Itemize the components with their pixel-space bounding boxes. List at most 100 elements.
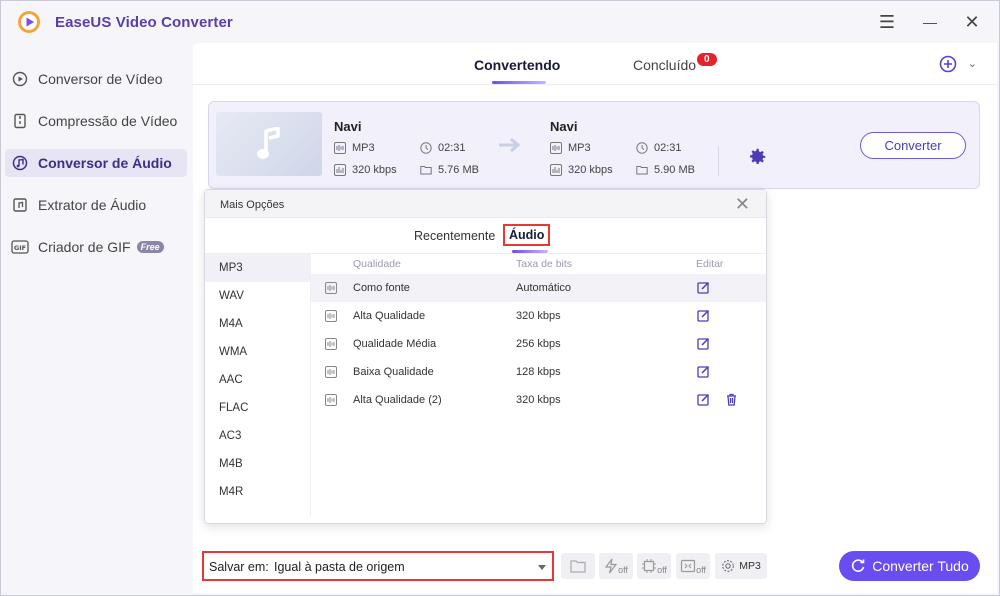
column-header-bitrate: Taxa de bits [516, 258, 573, 270]
app-logo-icon [18, 11, 40, 33]
folder-icon [570, 560, 586, 573]
waveform-icon [325, 394, 337, 406]
caret-down-icon [538, 565, 546, 570]
source-duration: 02:31 [420, 142, 466, 154]
sidebar-item-video-compression[interactable]: Compressão de Vídeo [5, 107, 187, 135]
waveform-icon [325, 310, 337, 322]
source-format: MP3 [334, 142, 375, 154]
waveform-icon [325, 338, 337, 350]
sidebar-item-label: Conversor de Vídeo [38, 71, 163, 87]
format-item-m4r[interactable]: M4R [205, 478, 310, 506]
format-item-wav[interactable]: WAV [205, 282, 310, 310]
bitrate-icon [334, 164, 346, 176]
edit-icon[interactable] [697, 393, 710, 406]
edit-icon[interactable] [697, 309, 710, 322]
app-window: EaseUS Video Converter ☰ — ✕ Conversor d… [0, 0, 1000, 596]
edit-icon[interactable] [697, 281, 710, 294]
settings-gear-icon[interactable] [746, 146, 768, 168]
save-location: Salvar em: Igual à pasta de origem [202, 551, 554, 581]
chevron-down-icon[interactable]: ⌄ [968, 57, 977, 70]
gif-icon: GIF [11, 238, 29, 256]
convert-button[interactable]: Converter [860, 132, 966, 159]
format-item-m4b[interactable]: M4B [205, 450, 310, 478]
compress-icon [11, 112, 29, 130]
edit-icon[interactable] [697, 337, 710, 350]
folder-icon [420, 166, 432, 175]
target-bitrate: 320 kbps [550, 164, 613, 176]
format-item-aac[interactable]: AAC [205, 366, 310, 394]
save-location-select[interactable]: Igual à pasta de origem [270, 557, 550, 577]
format-item-m4a[interactable]: M4A [205, 310, 310, 338]
target-size: 5.90 MB [636, 164, 695, 176]
audio-convert-icon [11, 154, 29, 172]
table-row[interactable]: Alta Qualidade (2) 320 kbps [311, 386, 766, 414]
clock-icon [636, 142, 648, 154]
waveform-icon [334, 142, 346, 154]
bitrate-icon [550, 164, 562, 176]
clock-icon [420, 142, 432, 154]
source-file-name: Navi [334, 119, 362, 134]
waveform-icon [325, 366, 337, 378]
popup-header: Mais Opções ✕ [205, 190, 766, 218]
hardware-encoding-toggle[interactable]: off [637, 553, 671, 579]
tab-converting[interactable]: Convertendo [474, 57, 560, 73]
format-item-ac3[interactable]: AC3 [205, 422, 310, 450]
convert-icon [852, 559, 865, 572]
open-folder-button[interactable] [561, 553, 595, 579]
waveform-icon [550, 142, 562, 154]
format-item-wma[interactable]: WMA [205, 338, 310, 366]
column-header-edit: Editar [696, 258, 724, 270]
free-badge: Free [136, 241, 164, 253]
file-card[interactable]: Navi MP3 02:31 320 kbps 5.76 MB Navi MP3… [208, 101, 980, 189]
quality-table: Qualidade Taxa de bits Editar Como fonte… [311, 254, 766, 414]
sidebar-item-gif-creator[interactable]: GIF Criador de GIF Free [5, 233, 187, 261]
tab-bar: Convertendo Concluído 0 ⌄ [193, 43, 997, 85]
merge-toggle[interactable]: off [676, 553, 710, 579]
target-format[interactable]: MP3 [550, 142, 591, 154]
svg-text:GIF: GIF [14, 244, 26, 252]
output-format-button[interactable]: MP3 [715, 553, 767, 579]
column-header-quality: Qualidade [353, 258, 401, 270]
format-item-flac[interactable]: FLAC [205, 394, 310, 422]
audio-extract-icon [11, 196, 29, 214]
popup-title: Mais Opções [220, 199, 285, 211]
convert-all-button[interactable]: Converter Tudo [839, 551, 980, 581]
sidebar-item-label: Criador de GIF [38, 239, 131, 255]
format-list: MP3 WAV M4A WMA AAC FLAC AC3 M4B M4R [205, 254, 311, 516]
source-size: 5.76 MB [420, 164, 479, 176]
gear-icon [722, 560, 735, 572]
arrow-right-icon [499, 137, 521, 153]
sidebar-item-audio-extractor[interactable]: Extrator de Áudio [5, 191, 187, 219]
table-row[interactable]: Como fonte Automático [311, 274, 766, 302]
target-duration: 02:31 [636, 142, 682, 154]
waveform-icon [325, 282, 337, 294]
merge-icon [680, 559, 696, 573]
table-row[interactable]: Baixa Qualidade 128 kbps [311, 358, 766, 386]
minimize-icon[interactable]: — [919, 11, 941, 33]
app-title: EaseUS Video Converter [55, 14, 233, 31]
table-row[interactable]: Qualidade Média 256 kbps [311, 330, 766, 358]
gpu-acceleration-toggle[interactable]: off [599, 553, 633, 579]
table-row[interactable]: Alta Qualidade 320 kbps [311, 302, 766, 330]
close-icon[interactable]: ✕ [735, 195, 750, 213]
add-file-icon[interactable] [939, 55, 957, 73]
lightning-icon [604, 558, 618, 574]
format-item-mp3[interactable]: MP3 [205, 254, 310, 282]
menu-icon[interactable]: ☰ [876, 11, 898, 33]
folder-icon [636, 166, 648, 175]
more-options-popup: Mais Opções ✕ Recentemente Áudio MP3 WAV… [204, 189, 767, 524]
chip-icon [642, 559, 657, 573]
target-file-name: Navi [550, 119, 578, 134]
tab-done[interactable]: Concluído 0 [633, 53, 717, 73]
audio-thumbnail [216, 112, 322, 176]
sidebar: Conversor de Vídeo Compressão de Vídeo C… [1, 65, 193, 275]
trash-icon[interactable] [725, 393, 738, 406]
close-icon[interactable]: ✕ [961, 11, 983, 33]
tab-audio[interactable]: Áudio [503, 224, 551, 246]
save-label: Salvar em: [209, 560, 269, 574]
sidebar-item-audio-converter[interactable]: Conversor de Áudio [5, 149, 187, 177]
tab-recent[interactable]: Recentemente [414, 229, 495, 243]
sidebar-item-video-converter[interactable]: Conversor de Vídeo [5, 65, 187, 93]
sidebar-item-label: Compressão de Vídeo [38, 113, 178, 129]
edit-icon[interactable] [697, 365, 710, 378]
